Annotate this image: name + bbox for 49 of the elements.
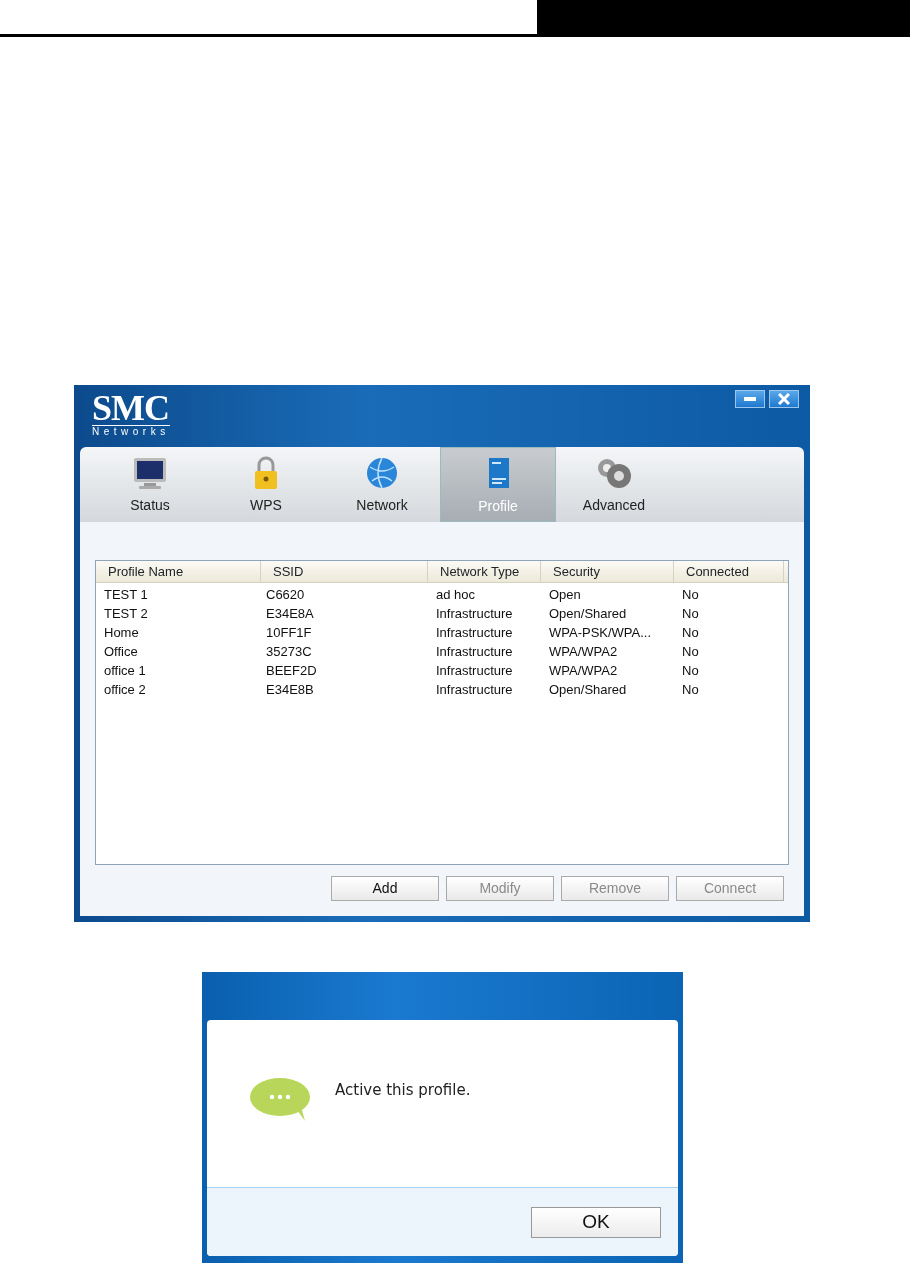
action-button[interactable]: Add <box>331 876 439 901</box>
tab[interactable]: WPS <box>208 447 324 522</box>
dialog-message: Active this profile. <box>335 1080 471 1102</box>
column-header[interactable]: Network Type <box>440 564 520 579</box>
tab[interactable]: Advanced <box>556 447 672 522</box>
table-cell: No <box>682 663 699 678</box>
table-cell: 35273C <box>266 644 312 659</box>
speech-bubble-icon <box>249 1076 311 1121</box>
table-cell: 10FF1F <box>266 625 312 640</box>
table-cell: ad hoc <box>436 587 476 602</box>
tab[interactable]: Status <box>92 447 208 522</box>
table-cell: TEST 2 <box>104 606 148 621</box>
table-cell: Infrastructure <box>436 682 513 697</box>
column-header[interactable]: SSID <box>273 564 304 579</box>
table-cell: WPA/WPA2 <box>549 663 618 678</box>
table-cell: Open/Shared <box>549 606 627 621</box>
minimize-button[interactable] <box>735 390 765 408</box>
close-button[interactable] <box>769 390 799 408</box>
table-cell: Open/Shared <box>549 682 627 697</box>
table-cell: No <box>682 644 699 659</box>
table-cell: Infrastructure <box>436 644 513 659</box>
table-cell: BEEF2D <box>266 663 317 678</box>
table-cell: WPA/WPA2 <box>549 644 618 659</box>
table-cell: Home <box>104 625 139 640</box>
column-header[interactable]: Security <box>553 564 600 579</box>
logo-subtitle: Networks <box>92 425 170 438</box>
table-cell: TEST 1 <box>104 587 148 602</box>
table-cell: office 1 <box>104 663 146 678</box>
column-header[interactable]: Profile Name <box>108 564 184 579</box>
table-cell: Infrastructure <box>436 663 513 678</box>
minimize-icon <box>744 397 756 401</box>
table-cell: E34E8A <box>266 606 314 621</box>
table-cell: Infrastructure <box>436 606 513 621</box>
logo: SMC <box>92 393 170 423</box>
table-cell: WPA-PSK/WPA... <box>549 625 652 640</box>
table-cell: No <box>682 606 699 621</box>
table-cell: E34E8B <box>266 682 314 697</box>
table-cell: No <box>682 587 699 602</box>
table-cell: Open <box>549 587 581 602</box>
table-cell: No <box>682 682 699 697</box>
table-cell: No <box>682 625 699 640</box>
table-cell: office 2 <box>104 682 146 697</box>
table-cell: Office <box>104 644 138 659</box>
close-icon <box>778 393 790 405</box>
ok-button[interactable]: OK <box>531 1206 661 1238</box>
table-cell: C6620 <box>266 587 305 602</box>
tab[interactable]: Network <box>324 447 440 522</box>
column-header[interactable]: Connected <box>686 564 749 579</box>
table-cell: Infrastructure <box>436 625 513 640</box>
